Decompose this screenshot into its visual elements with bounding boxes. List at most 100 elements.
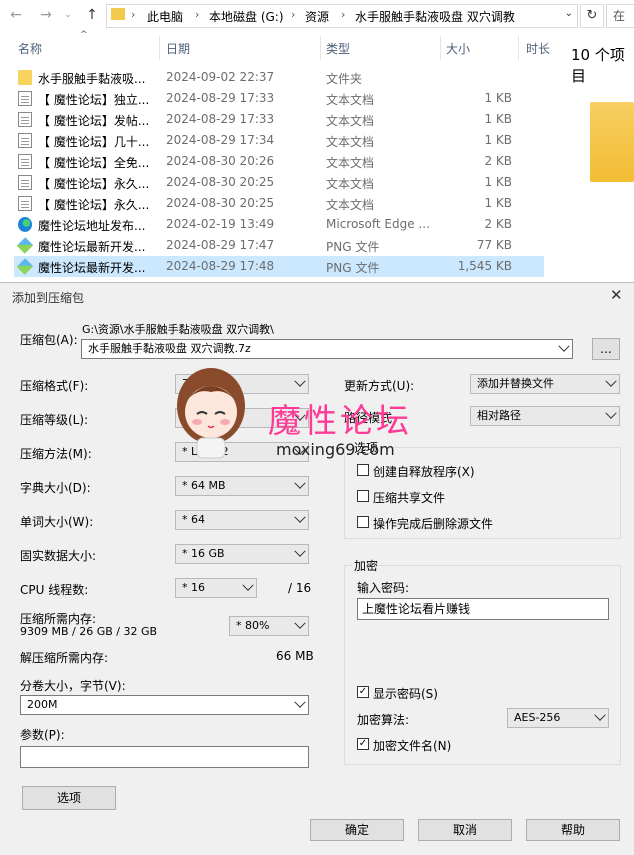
file-row[interactable]: 【 魔性论坛】永久... 2024-08-30 20:25 文本文档 1 KB — [14, 172, 544, 193]
help-button[interactable]: 帮助 — [526, 819, 620, 841]
column-divider[interactable] — [440, 36, 441, 60]
cpu-total: / 16 — [288, 581, 312, 595]
cpu-select[interactable]: * 16 — [175, 578, 257, 598]
delete-source-checkbox[interactable] — [357, 516, 369, 528]
address-dropdown-icon[interactable]: ⌄ — [565, 8, 573, 19]
file-row[interactable]: 【 魔性论坛】全免... 2024-08-30 20:26 文本文档 2 KB — [14, 151, 544, 172]
cancel-button[interactable]: 取消 — [418, 819, 512, 841]
text-file-icon — [18, 133, 32, 148]
options-button[interactable]: 选项 — [22, 786, 116, 810]
column-header-duration[interactable]: 时长 — [526, 40, 550, 57]
mascot-girl-icon — [177, 368, 245, 459]
file-type: 文本文档 — [326, 177, 375, 191]
sort-ascending-icon: ^ — [80, 30, 88, 40]
encrypt-names-checkbox[interactable]: ✓ — [357, 738, 369, 750]
word-label: 单词大小(W): — [20, 515, 94, 529]
browse-button[interactable]: ... — [592, 338, 620, 360]
file-row[interactable]: 【 魔性论坛】发帖... 2024-08-29 17:33 文本文档 1 KB — [14, 109, 544, 130]
solid-select[interactable]: * 16 GB — [175, 544, 309, 564]
column-header-name[interactable]: 名称 — [18, 40, 42, 57]
password-input[interactable]: 上魔性论坛看片赚钱 — [357, 598, 609, 620]
forward-arrow-icon[interactable]: → — [36, 4, 56, 26]
archive-name-value: 水手服触手黏液吸盘 双穴调教.7z — [88, 342, 251, 355]
sfx-checkbox[interactable] — [357, 464, 369, 476]
edge-icon — [18, 217, 32, 232]
chevron-down-icon — [594, 709, 606, 721]
word-select[interactable]: * 64 — [175, 510, 309, 530]
breadcrumb-separator-icon: › — [341, 8, 346, 21]
ok-button[interactable]: 确定 — [310, 819, 404, 841]
file-type: Microsoft Edge ... — [326, 217, 430, 231]
level-label: 压缩等级(L): — [20, 413, 89, 427]
file-date: 2024-08-29 17:33 — [166, 91, 275, 105]
recent-chevron-icon[interactable]: ⌄ — [58, 4, 78, 26]
memory-percent-select[interactable]: * 80% — [229, 616, 309, 636]
format-label: 压缩格式(F): — [20, 379, 89, 393]
watermark-text: 魔性论坛 — [268, 401, 412, 440]
file-date: 2024-08-30 20:25 — [166, 196, 275, 210]
archive-name-combo[interactable]: 水手服触手黏液吸盘 双穴调教.7z — [81, 339, 573, 359]
file-size: 1 KB — [484, 175, 512, 189]
file-row[interactable]: 水手服触手黏液吸... 2024-09-02 22:37 文件夹 — [14, 67, 544, 88]
folder-preview-icon — [590, 102, 634, 182]
column-header-type[interactable]: 类型 — [326, 40, 350, 57]
file-date: 2024-02-19 13:49 — [166, 217, 275, 231]
up-arrow-icon[interactable]: ↑ — [82, 4, 102, 26]
file-date: 2024-08-29 17:33 — [166, 112, 275, 126]
chevron-down-icon — [605, 375, 617, 387]
file-row[interactable]: 魔性论坛最新开发... 2024-08-29 17:47 PNG 文件 77 KB — [14, 235, 544, 256]
chevron-down-icon — [294, 545, 306, 557]
chevron-down-icon — [294, 511, 306, 523]
close-icon[interactable]: ✕ — [610, 286, 623, 304]
address-bar[interactable]: › 此电脑 › 本地磁盘 (G:) › 资源 › 水手服触手黏液吸盘 双穴调教 … — [106, 4, 578, 28]
dict-select[interactable]: * 64 MB — [175, 476, 309, 496]
split-value: 200M — [27, 698, 58, 711]
file-row[interactable]: 【 魔性论坛】几十... 2024-08-29 17:34 文本文档 1 KB — [14, 130, 544, 151]
file-type: PNG 文件 — [326, 261, 380, 275]
encryption-method-label: 加密算法: — [357, 713, 410, 727]
file-row[interactable]: 【 魔性论坛】独立... 2024-08-29 17:33 文本文档 1 KB — [14, 88, 544, 109]
refresh-icon[interactable]: ↻ — [580, 4, 604, 28]
file-date: 2024-08-30 20:25 — [166, 175, 275, 189]
column-divider[interactable] — [159, 36, 160, 60]
params-input[interactable] — [20, 746, 309, 768]
file-row[interactable]: 魔性论坛最新开发... 2024-08-29 17:48 PNG 文件 1,545 K… — [14, 256, 544, 277]
folder-icon — [18, 70, 32, 85]
column-header-date[interactable]: 日期 — [166, 40, 190, 57]
chevron-down-icon — [294, 696, 306, 708]
search-input[interactable]: 在 — [606, 4, 634, 28]
breadcrumb-drive[interactable]: 本地磁盘 (G:) — [209, 8, 284, 25]
png-icon — [16, 237, 34, 254]
dict-label: 字典大小(D): — [20, 481, 91, 495]
path-mode-select[interactable]: 相对路径 — [470, 406, 620, 426]
file-size: 1 KB — [484, 91, 512, 105]
back-arrow-icon[interactable]: ← — [6, 4, 26, 26]
file-row[interactable]: 【 魔性论坛】永久... 2024-08-30 20:25 文本文档 1 KB — [14, 193, 544, 214]
encrypt-names-label: 加密文件名(N) — [373, 739, 452, 753]
encryption-group-title: 加密 — [352, 557, 381, 574]
column-divider[interactable] — [320, 36, 321, 60]
update-mode-select[interactable]: 添加并替换文件 — [470, 374, 620, 394]
breadcrumb-current-folder[interactable]: 水手服触手黏液吸盘 双穴调教 — [355, 8, 515, 25]
breadcrumb-this-pc[interactable]: 此电脑 — [147, 8, 183, 25]
file-type: 文本文档 — [326, 135, 375, 149]
encryption-method-select[interactable]: AES-256 — [507, 708, 609, 728]
text-file-icon — [18, 91, 32, 106]
split-select[interactable]: 200M — [20, 695, 309, 715]
column-header-size[interactable]: 大小 — [446, 40, 470, 57]
png-icon — [16, 258, 34, 275]
memory-detail: 9309 MB / 26 GB / 32 GB — [20, 625, 158, 638]
file-name: 【 魔性论坛】永久... — [38, 177, 150, 191]
breadcrumb-resources[interactable]: 资源 — [305, 8, 329, 25]
file-name: 魔性论坛地址发布... — [38, 219, 146, 233]
shared-files-checkbox[interactable] — [357, 490, 369, 502]
file-size: 77 KB — [476, 238, 512, 252]
file-type: 文本文档 — [326, 156, 375, 170]
file-type: 文本文档 — [326, 114, 375, 128]
show-password-checkbox[interactable]: ✓ — [357, 686, 369, 698]
column-divider[interactable] — [518, 36, 519, 60]
file-row[interactable]: 魔性论坛地址发布... 2024-02-19 13:49 Microsoft Edg… — [14, 214, 544, 235]
file-size: 1 KB — [484, 133, 512, 147]
file-type: 文本文档 — [326, 198, 375, 212]
decompress-memory-label: 解压缩所需内存: — [20, 651, 109, 665]
